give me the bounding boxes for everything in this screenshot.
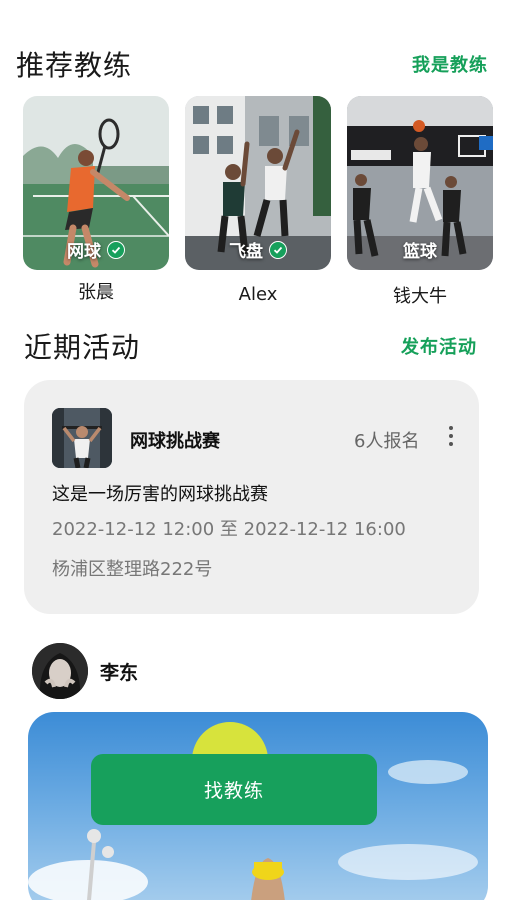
i-am-coach-link[interactable]: 我是教练 xyxy=(412,51,488,77)
verified-check-icon xyxy=(269,240,287,259)
post-username[interactable]: 李东 xyxy=(100,658,138,685)
coach-card[interactable]: 篮球 xyxy=(347,96,493,270)
activity-location: 杨浦区整理路222号 xyxy=(52,559,213,580)
more-options-icon[interactable] xyxy=(442,424,460,448)
coach-card[interactable]: 飞盘 xyxy=(185,96,331,270)
sport-label: 飞盘 xyxy=(229,242,263,262)
app-screen: 推荐教练 我是教练 网球 张晨 飞盘 Alex 篮球 钱大牛 近期活动 发布活动… xyxy=(0,0,507,900)
sport-tag: 网球 xyxy=(23,237,169,262)
publish-activity-link[interactable]: 发布活动 xyxy=(401,333,477,359)
sport-label: 篮球 xyxy=(403,242,437,262)
activity-description: 这是一场厉害的网球挑战赛 xyxy=(52,484,268,505)
activity-thumbnail xyxy=(52,408,112,468)
coach-card[interactable]: 网球 xyxy=(23,96,169,270)
activity-card[interactable]: 网球挑战赛 6人报名 这是一场厉害的网球挑战赛 2022-12-12 12:00… xyxy=(24,380,479,614)
activities-section-title: 近期活动 xyxy=(24,331,141,364)
coach-name: 钱大牛 xyxy=(393,286,447,307)
coaches-section-title: 推荐教练 xyxy=(16,49,133,82)
coach-name: Alex xyxy=(238,284,278,305)
verified-check-icon xyxy=(107,240,125,259)
signup-count: 6人报名 xyxy=(354,431,420,452)
activity-name: 网球挑战赛 xyxy=(130,431,220,452)
avatar[interactable] xyxy=(32,643,88,699)
sport-tag: 飞盘 xyxy=(185,237,331,262)
sport-tag: 篮球 xyxy=(347,237,493,262)
activity-time: 2022-12-12 12:00 至 2022-12-12 16:00 xyxy=(52,519,406,540)
find-coach-button[interactable]: 找教练 xyxy=(91,754,377,825)
coach-name: 张晨 xyxy=(78,282,114,303)
sport-label: 网球 xyxy=(67,242,101,262)
